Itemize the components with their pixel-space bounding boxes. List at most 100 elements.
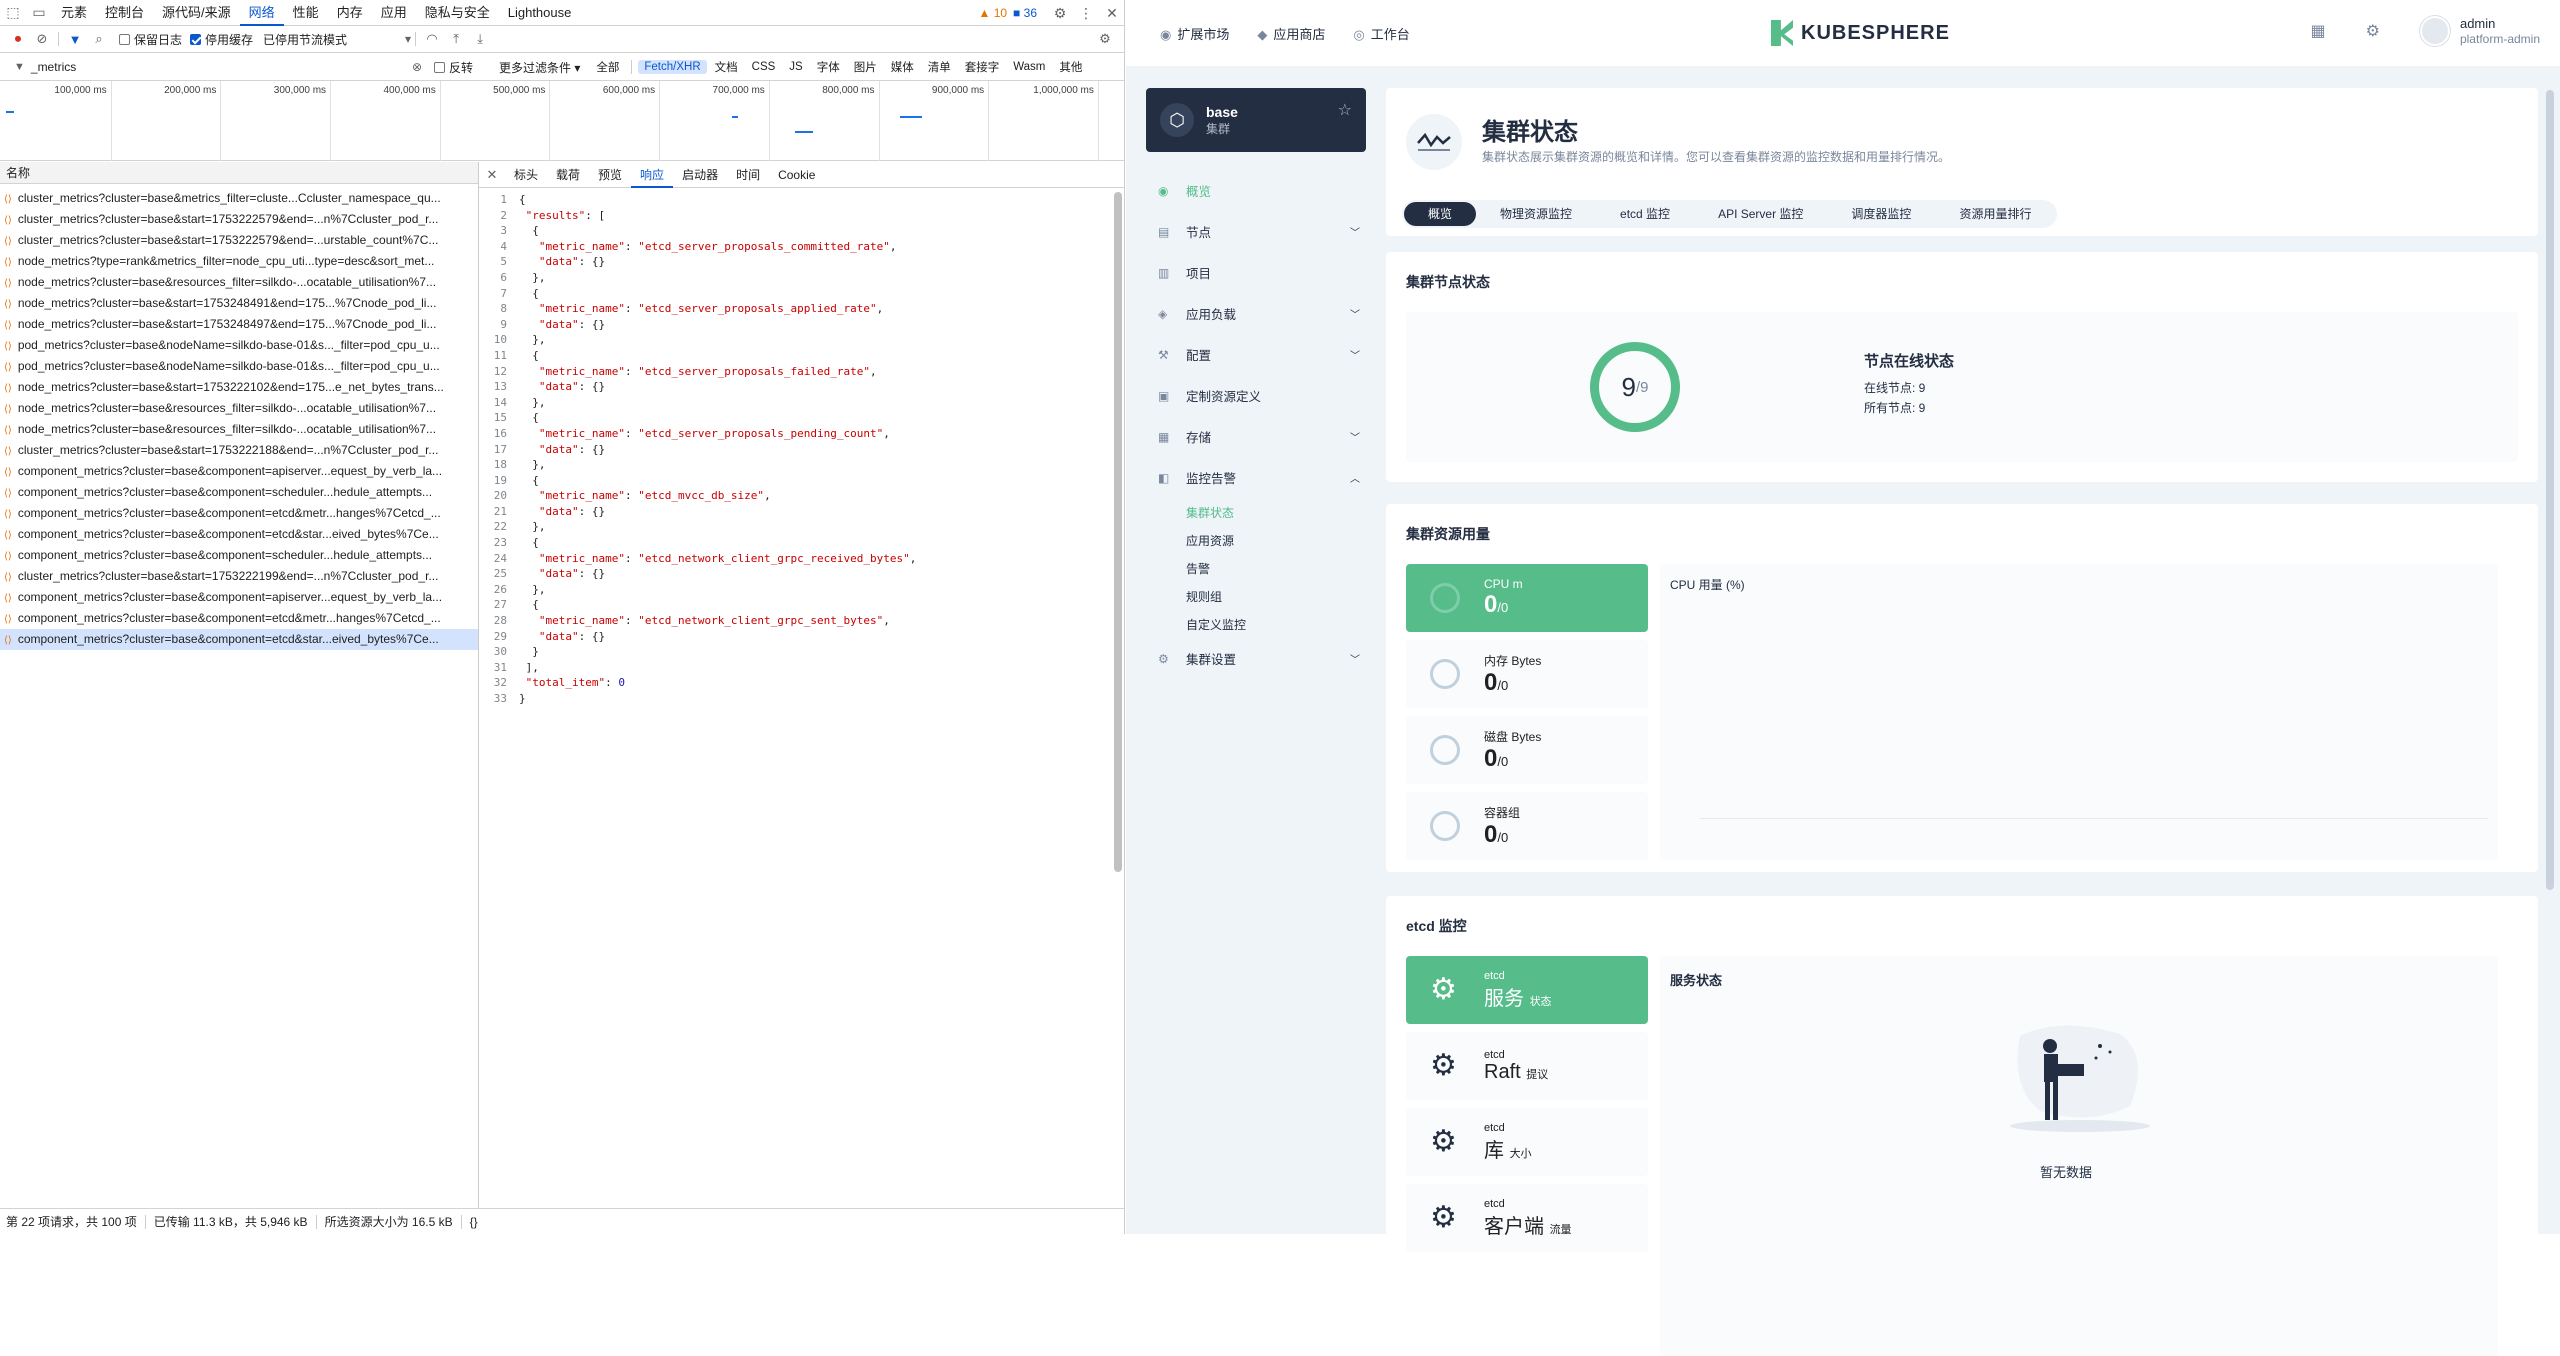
menu-item[interactable]: ▦ 存储 ﹀ [1146,416,1366,457]
warning-count[interactable]: ▲ 10 [978,6,1007,20]
throttle-select[interactable]: 已停用节流模式 [263,31,347,48]
clear-filter-icon[interactable]: ⊗ [412,60,422,74]
request-row[interactable]: ⟨⟩ component_metrics?cluster=base&compone… [0,629,478,650]
preserve-log-box[interactable] [119,33,130,45]
nav-app-store[interactable]: ◆ 应用商店 [1257,24,1325,43]
menu-item[interactable]: ▤ 节点 ﹀ [1146,211,1366,252]
monitoring-tab[interactable]: 调度器监控 [1827,202,1935,226]
submenu-item[interactable]: 集群状态 [1146,498,1366,526]
invert-checkbox[interactable]: 反转 [434,59,473,76]
menu-item[interactable]: ◉ 概览 [1146,170,1366,211]
menu-item[interactable]: ▥ 项目 [1146,252,1366,293]
network-settings-icon[interactable]: ⚙ [1093,27,1117,51]
monitoring-tab[interactable]: 资源用量排行 [1935,202,2055,226]
clear-icon[interactable]: ⊘ [30,27,54,51]
menu-item[interactable]: ⚒ 配置 ﹀ [1146,334,1366,375]
etcd-item[interactable]: ⚙ etcd 库 大小 [1406,1108,1648,1176]
request-row[interactable]: ⟨⟩ node_metrics?cluster=base&resources_fi… [0,419,478,440]
filter-chip[interactable]: JS [783,60,808,74]
request-row[interactable]: ⟨⟩ component_metrics?cluster=base&compone… [0,545,478,566]
etcd-item[interactable]: ⚙ etcd 客户端 流量 [1406,1184,1648,1252]
detail-tab[interactable]: 启动器 [673,162,727,188]
disable-cache-box[interactable] [190,33,202,45]
filter-chip[interactable]: 文档 [709,58,744,76]
more-icon[interactable]: ⋮ [1073,0,1099,26]
submenu-item[interactable]: 规则组 [1146,582,1366,610]
request-row[interactable]: ⟨⟩ node_metrics?cluster=base&start=175322… [0,377,478,398]
request-row[interactable]: ⟨⟩ cluster_metrics?cluster=base&start=175… [0,230,478,251]
submenu-item[interactable]: 告警 [1146,554,1366,582]
monitoring-tab[interactable]: 物理资源监控 [1476,202,1596,226]
request-row[interactable]: ⟨⟩ cluster_metrics?cluster=base&start=175… [0,566,478,587]
filter-chip[interactable]: Fetch/XHR [638,60,707,74]
invert-box[interactable] [434,61,445,73]
user-menu[interactable]: admin platform-admin [2419,16,2540,46]
monitoring-tab[interactable]: etcd 监控 [1596,202,1694,226]
filter-field[interactable]: ▼ _metrics ⊗ [6,57,426,77]
monitoring-tab[interactable]: 概览 [1404,202,1477,226]
request-row[interactable]: ⟨⟩ component_metrics?cluster=base&compone… [0,587,478,608]
resource-item[interactable]: 磁盘 Bytes 0/0 [1406,716,1648,784]
tab-lighthouse[interactable]: Lighthouse [499,0,581,26]
request-row[interactable]: ⟨⟩ component_metrics?cluster=base&compone… [0,461,478,482]
filter-chip[interactable]: 全部 [590,58,625,76]
request-row[interactable]: ⟨⟩ cluster_metrics?cluster=base&start=175… [0,440,478,461]
request-row[interactable]: ⟨⟩ component_metrics?cluster=base&compone… [0,524,478,545]
detail-tab[interactable]: Cookie [769,162,824,188]
nav-extensions[interactable]: ◉ 扩展市场 [1160,24,1229,43]
kubesphere-logo[interactable]: KUBESPHERE [1771,20,1950,46]
tools-icon[interactable]: ⚙ [2366,21,2380,41]
tab-application[interactable]: 应用 [372,0,416,26]
detail-tab[interactable]: 标头 [505,162,547,188]
chevron-down-icon[interactable]: ▾ [405,32,411,46]
filter-chip[interactable]: Wasm [1007,60,1051,74]
page-scrollbar[interactable] [2546,90,2554,890]
request-row[interactable]: ⟨⟩ cluster_metrics?cluster=base&start=175… [0,209,478,230]
apps-grid-icon[interactable]: ▦ [2311,21,2326,41]
filter-input[interactable]: _metrics [31,60,76,74]
star-icon[interactable]: ☆ [1338,100,1352,120]
submenu-item[interactable]: 应用资源 [1146,526,1366,554]
request-row[interactable]: ⟨⟩ node_metrics?cluster=base&start=175324… [0,293,478,314]
menu-item[interactable]: ◧ 监控告警 ︿ [1146,457,1366,498]
etcd-item[interactable]: ⚙ etcd 服务 状态 [1406,956,1648,1024]
pretty-print-icon[interactable]: {} [470,1215,478,1229]
name-column-header[interactable]: 名称 [0,162,478,184]
preserve-log-checkbox[interactable]: 保留日志 [119,31,182,48]
menu-item[interactable]: ▣ 定制资源定义 [1146,375,1366,416]
request-row[interactable]: ⟨⟩ component_metrics?cluster=base&compone… [0,482,478,503]
filter-chip[interactable]: 其他 [1053,58,1088,76]
filter-chip[interactable]: 图片 [848,58,883,76]
filter-chip[interactable]: 媒体 [885,58,920,76]
disable-cache-checkbox[interactable]: 停用缓存 [190,31,253,48]
detail-tab[interactable]: 响应 [631,162,674,188]
tab-console[interactable]: 控制台 [96,0,153,26]
tab-memory[interactable]: 内存 [328,0,372,26]
inspect-icon[interactable]: ⬚ [0,0,26,26]
filter-icon[interactable]: ▼ [63,27,87,51]
request-row[interactable]: ⟨⟩ component_metrics?cluster=base&compone… [0,608,478,629]
tab-elements[interactable]: 元素 [52,0,96,26]
request-row[interactable]: ⟨⟩ pod_metrics?cluster=base&nodeName=silk… [0,356,478,377]
more-filters-dropdown[interactable]: 更多过滤条件 ▾ [499,59,580,76]
response-scrollbar[interactable] [1114,192,1122,872]
detail-tab[interactable]: 载荷 [547,162,589,188]
upload-icon[interactable]: ⤒ [444,27,468,51]
request-row[interactable]: ⟨⟩ component_metrics?cluster=base&compone… [0,503,478,524]
request-row[interactable]: ⟨⟩ node_metrics?cluster=base&resources_fi… [0,398,478,419]
request-row[interactable]: ⟨⟩ pod_metrics?cluster=base&nodeName=silk… [0,335,478,356]
menu-item[interactable]: ◈ 应用负载 ﹀ [1146,293,1366,334]
detail-tab[interactable]: 预览 [589,162,631,188]
tab-network[interactable]: 网络 [239,0,284,26]
device-toolbar-icon[interactable]: ▭ [26,0,52,26]
close-icon[interactable]: ✕ [1099,0,1125,26]
record-icon[interactable]: ⏺ [6,27,30,51]
request-row[interactable]: ⟨⟩ node_metrics?cluster=base&start=175324… [0,314,478,335]
search-icon[interactable]: ⌕ [87,27,111,51]
request-row[interactable]: ⟨⟩ node_metrics?cluster=base&resources_fi… [0,272,478,293]
submenu-item[interactable]: 自定义监控 [1146,610,1366,638]
download-icon[interactable]: ⤓ [468,27,492,51]
nav-workbench[interactable]: ◎ 工作台 [1353,24,1409,43]
resource-item[interactable]: 容器组 0/0 [1406,792,1648,860]
filter-chip[interactable]: 清单 [922,58,957,76]
